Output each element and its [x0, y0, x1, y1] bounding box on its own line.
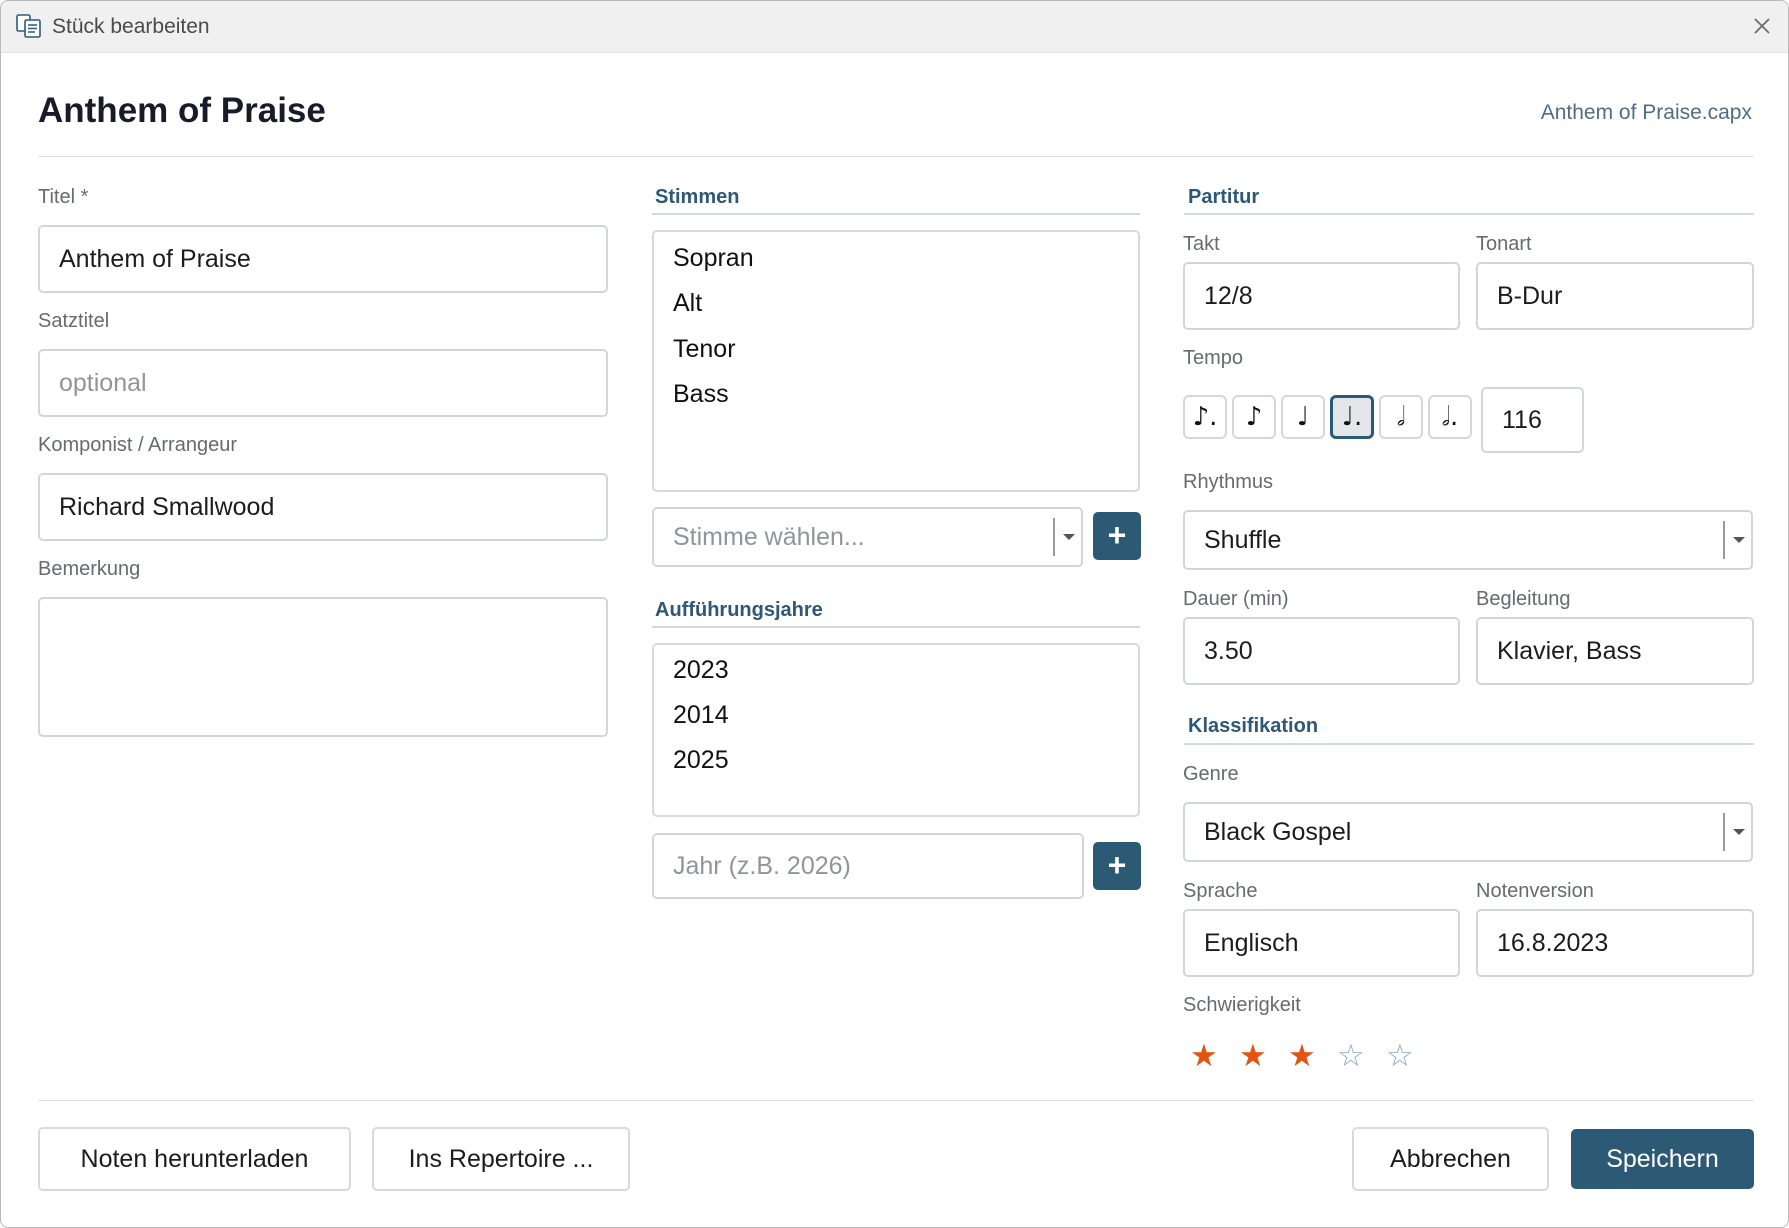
window-title: Stück bearbeiten [52, 15, 210, 38]
rhythmus-select[interactable]: Shuffle [1183, 510, 1753, 570]
page-title: Anthem of Praise [38, 91, 326, 130]
add-jahr-button[interactable]: + [1093, 842, 1141, 890]
klassifikation-divider [1184, 743, 1754, 745]
genre-value: Black Gospel [1204, 817, 1352, 846]
titel-input[interactable]: Anthem of Praise [38, 225, 608, 293]
titel-label: Titel * [38, 186, 89, 208]
jahr-placeholder: Jahr (z.B. 2026) [673, 851, 851, 880]
takt-label: Takt [1183, 233, 1220, 255]
stimmen-divider [652, 213, 1140, 215]
sprache-label: Sprache [1183, 880, 1258, 902]
komponist-input[interactable]: Richard Smallwood [38, 473, 608, 541]
satztitel-placeholder: optional [59, 368, 147, 397]
list-item[interactable]: Alt [673, 289, 702, 318]
dauer-value: 3.50 [1204, 636, 1253, 665]
partitur-heading: Partitur [1188, 186, 1260, 208]
partitur-divider [1184, 213, 1754, 215]
list-item[interactable]: 2025 [673, 746, 729, 775]
takt-input[interactable]: 12/8 [1183, 262, 1460, 330]
chevron-down-icon[interactable] [1053, 518, 1081, 556]
sprache-input[interactable]: Englisch [1183, 909, 1460, 977]
list-item[interactable]: 2014 [673, 701, 729, 730]
klassifikation-heading: Klassifikation [1188, 715, 1319, 737]
cancel-button[interactable]: Abbrechen [1352, 1127, 1549, 1191]
komponist-label: Komponist / Arrangeur [38, 434, 237, 456]
jahr-input[interactable]: Jahr (z.B. 2026) [652, 833, 1084, 899]
edit-piece-dialog: Stück bearbeiten Anthem of Praise Anthem… [0, 0, 1789, 1228]
list-item[interactable]: Tenor [673, 335, 736, 364]
begleitung-label: Begleitung [1476, 588, 1571, 610]
tempo-input[interactable]: 116 [1481, 387, 1584, 453]
bemerkung-textarea[interactable] [38, 597, 608, 737]
komponist-value: Richard Smallwood [59, 492, 275, 521]
title-bar: Stück bearbeiten [1, 1, 1788, 53]
download-scores-button[interactable]: Noten herunterladen [38, 1127, 351, 1191]
stimme-select-placeholder: Stimme wählen... [673, 522, 865, 551]
quarter-note-icon[interactable]: ♩ [1281, 395, 1325, 439]
eighth-note-icon[interactable]: ♪ [1232, 395, 1276, 439]
stimmen-list[interactable]: Sopran Alt Tenor Bass [652, 230, 1140, 492]
sprache-value: Englisch [1204, 928, 1299, 957]
stimme-select[interactable]: Stimme wählen... [652, 507, 1083, 567]
dotted-quarter-note-icon[interactable]: ♩. [1330, 395, 1374, 439]
star-icon[interactable]: ★ [1239, 1038, 1267, 1074]
add-to-repertoire-button[interactable]: Ins Repertoire ... [372, 1127, 630, 1191]
file-name: Anthem of Praise.capx [1540, 101, 1752, 124]
list-item[interactable]: 2023 [673, 656, 729, 685]
jahre-heading: Aufführungsjahre [655, 599, 823, 621]
tempo-label: Tempo [1183, 347, 1244, 369]
rhythmus-value: Shuffle [1204, 525, 1282, 554]
chevron-down-icon[interactable] [1723, 813, 1751, 851]
schwierigkeit-label: Schwierigkeit [1183, 994, 1301, 1016]
chevron-down-icon[interactable] [1723, 521, 1751, 559]
app-icon [16, 14, 41, 38]
star-icon[interactable]: ☆ [1386, 1038, 1414, 1074]
dotted-half-note-icon[interactable]: 𝅗𝅥. [1428, 395, 1472, 439]
bemerkung-label: Bemerkung [38, 558, 141, 580]
stimmen-heading: Stimmen [655, 186, 740, 208]
tonart-value: B-Dur [1497, 281, 1563, 310]
tonart-input[interactable]: B-Dur [1476, 262, 1754, 330]
list-item[interactable]: Sopran [673, 244, 754, 273]
satztitel-label: Satztitel [38, 310, 110, 332]
notenversion-label: Notenversion [1476, 880, 1594, 902]
dauer-label: Dauer (min) [1183, 588, 1289, 610]
footer-divider [38, 1100, 1754, 1101]
add-stimme-button[interactable]: + [1093, 512, 1141, 560]
tempo-value: 116 [1502, 405, 1542, 434]
notenversion-input[interactable]: 16.8.2023 [1476, 909, 1754, 977]
star-icon[interactable]: ★ [1288, 1038, 1316, 1074]
genre-label: Genre [1183, 763, 1239, 785]
dotted-eighth-note-icon[interactable]: ♪. [1183, 395, 1227, 439]
close-icon[interactable] [1750, 14, 1774, 38]
star-icon[interactable]: ☆ [1337, 1038, 1365, 1074]
satztitel-input[interactable]: optional [38, 349, 608, 417]
half-note-icon[interactable]: 𝅗𝅥 [1379, 395, 1423, 439]
takt-value: 12/8 [1204, 281, 1253, 310]
genre-select[interactable]: Black Gospel [1183, 802, 1753, 862]
header-divider [38, 156, 1754, 157]
star-icon[interactable]: ★ [1190, 1038, 1218, 1074]
rhythmus-label: Rhythmus [1183, 471, 1274, 493]
dauer-input[interactable]: 3.50 [1183, 617, 1460, 685]
jahre-divider [652, 626, 1140, 628]
begleitung-value: Klavier, Bass [1497, 636, 1642, 665]
jahre-list[interactable]: 2023 2014 2025 [652, 643, 1140, 817]
list-item[interactable]: Bass [673, 380, 729, 409]
titel-value: Anthem of Praise [59, 244, 251, 273]
save-button[interactable]: Speichern [1571, 1129, 1754, 1189]
tonart-label: Tonart [1476, 233, 1532, 255]
notenversion-value: 16.8.2023 [1497, 928, 1609, 957]
begleitung-input[interactable]: Klavier, Bass [1476, 617, 1754, 685]
